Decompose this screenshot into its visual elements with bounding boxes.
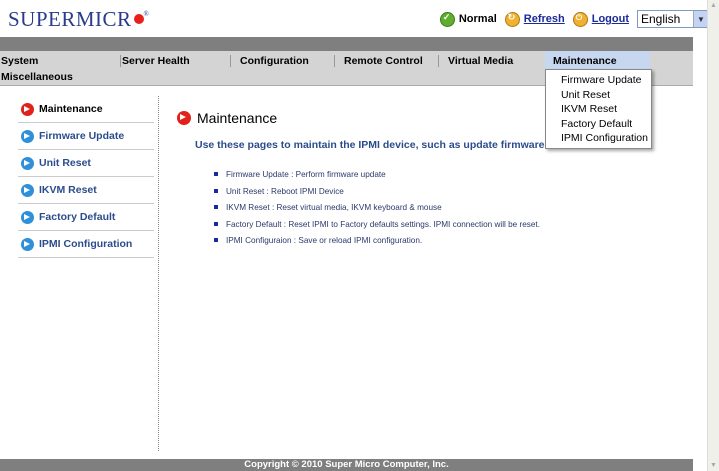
list-item: IPMI Configuraion : Save or reload IPMI … <box>214 236 540 253</box>
chevron-down-icon[interactable]: ▼ <box>693 11 708 27</box>
list-item: IKVM Reset : Reset virtual media, IKVM k… <box>214 203 540 220</box>
refresh-link[interactable]: Refresh <box>524 13 565 25</box>
scroll-down-icon[interactable]: ▼ <box>710 462 717 469</box>
arrow-right-icon <box>177 111 191 125</box>
sidebar-item-ipmi-configuration[interactable]: IPMI Configuration <box>18 231 154 258</box>
menu-item-firmware-update[interactable]: Firmware Update <box>546 73 651 88</box>
tab-system[interactable]: System <box>1 55 38 67</box>
tab-virtual-media[interactable]: Virtual Media <box>448 55 513 67</box>
sidebar-item-firmware-update[interactable]: Firmware Update <box>18 123 154 150</box>
page-title: Maintenance <box>177 110 277 126</box>
page-title-text: Maintenance <box>197 110 278 126</box>
maintenance-dropdown-menu: Firmware Update Unit Reset IKVM Reset Fa… <box>545 69 652 149</box>
nav-top-strip <box>0 37 693 51</box>
arrow-right-icon <box>21 129 34 143</box>
sidebar-item-factory-default[interactable]: Factory Default <box>18 204 154 231</box>
status-label: Normal <box>458 13 497 25</box>
language-select[interactable]: English ▼ <box>637 10 709 28</box>
maintenance-list: Firmware Update : Perform firmware updat… <box>214 170 540 253</box>
footer-copyright: Copyright © 2010 Super Micro Computer, I… <box>0 459 693 471</box>
menu-item-ikvm-reset[interactable]: IKVM Reset <box>546 102 651 117</box>
sidebar-item-label: Firmware Update <box>39 130 125 142</box>
language-value: English <box>641 12 681 26</box>
tab-miscellaneous[interactable]: Miscellaneous <box>1 71 73 83</box>
sidebar-item-label: Maintenance <box>39 103 103 115</box>
tab-divider <box>230 55 231 67</box>
tab-remote-control[interactable]: Remote Control <box>344 55 423 67</box>
menu-item-ipmi-configuration[interactable]: IPMI Configuration <box>546 131 651 146</box>
menu-item-factory-default[interactable]: Factory Default <box>546 117 651 132</box>
logout-icon[interactable] <box>572 11 588 27</box>
tab-divider <box>334 55 335 67</box>
arrow-right-icon <box>21 102 34 116</box>
arrow-right-icon <box>21 156 34 170</box>
tab-server-health[interactable]: Server Health <box>122 55 190 67</box>
logout-link[interactable]: Logout <box>592 13 629 25</box>
menu-item-unit-reset[interactable]: Unit Reset <box>546 88 651 103</box>
sidebar-item-label: IKVM Reset <box>39 184 97 196</box>
list-item: Factory Default : Reset IPMI to Factory … <box>214 220 540 237</box>
tab-divider <box>438 55 439 67</box>
tab-maintenance[interactable]: Maintenance <box>553 55 617 67</box>
list-item: Firmware Update : Perform firmware updat… <box>214 170 540 187</box>
tab-configuration[interactable]: Configuration <box>240 55 309 67</box>
refresh-icon[interactable] <box>504 11 520 27</box>
scroll-up-icon[interactable]: ▲ <box>710 2 717 9</box>
supermicro-logo: SUPERMICR ® <box>8 7 150 31</box>
top-status-bar: Normal Refresh Logout English ▼ <box>439 9 709 29</box>
vertical-scrollbar[interactable]: ▲ ▼ <box>707 0 719 471</box>
sidebar-item-label: Factory Default <box>39 211 116 223</box>
arrow-right-icon <box>21 237 34 251</box>
logo-dot-icon <box>133 14 144 24</box>
sidebar-item-ikvm-reset[interactable]: IKVM Reset <box>18 177 154 204</box>
sidebar-item-unit-reset[interactable]: Unit Reset <box>18 150 154 177</box>
sidebar-item-label: IPMI Configuration <box>39 238 133 250</box>
sidebar-item-label: Unit Reset <box>39 157 91 169</box>
health-ok-icon <box>439 11 455 27</box>
list-item: Unit Reset : Reboot IPMI Device <box>214 187 540 204</box>
sidebar-item-maintenance[interactable]: Maintenance <box>18 96 154 123</box>
tab-divider <box>120 55 121 67</box>
arrow-right-icon <box>21 183 34 197</box>
intro-text: Use these pages to maintain the IPMI dev… <box>195 139 595 151</box>
sidebar-divider <box>158 96 159 451</box>
sidebar: Maintenance Firmware Update Unit Reset I… <box>18 96 154 258</box>
arrow-right-icon <box>21 210 34 224</box>
main-nav: System Server Health Configuration Remot… <box>0 51 693 69</box>
